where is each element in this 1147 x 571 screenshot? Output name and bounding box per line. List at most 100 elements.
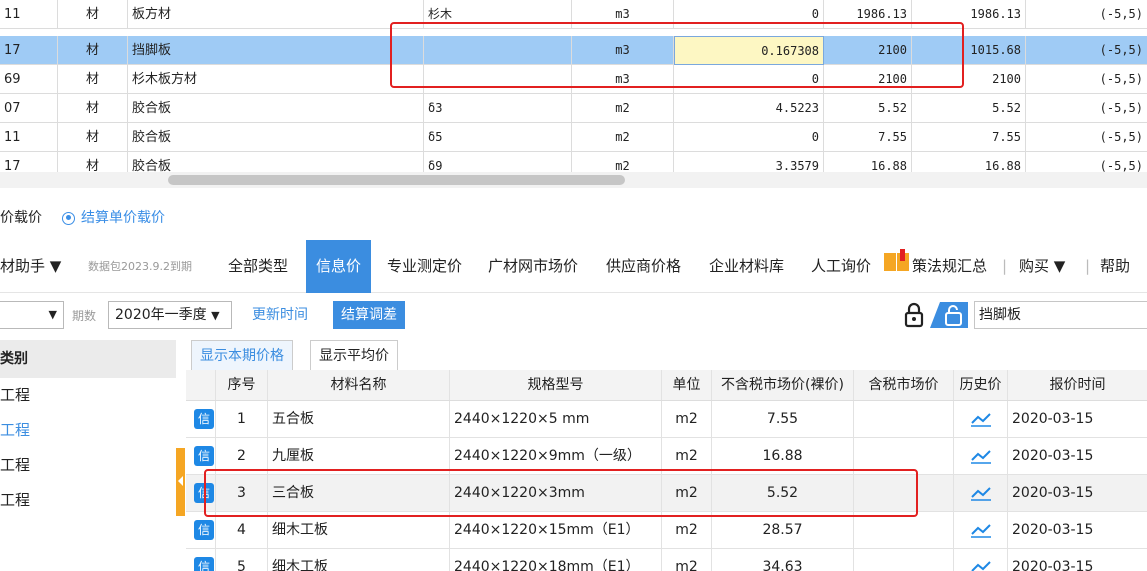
cell-name: 五合板 — [268, 401, 450, 437]
search-input[interactable]: 挡脚板 — [974, 301, 1147, 329]
history-cell[interactable] — [954, 549, 1008, 571]
trend-chart-icon[interactable] — [970, 448, 992, 464]
table-row[interactable]: 07 材 胶合板 δ3 m2 4.5223 5.52 5.52 (-5,5) — [0, 94, 1147, 123]
filter-bar: ▼ 期数 2020年一季度 ▼ 更新时间 结算调差 挡脚板 — [0, 299, 1147, 331]
horizontal-scrollbar[interactable] — [0, 172, 1147, 188]
table-row[interactable]: 69 材 杉木板方材 m3 0 2100 2100 (-5,5) — [0, 65, 1147, 94]
update-time-button[interactable]: 更新时间 — [252, 301, 308, 329]
settlement-price-option[interactable]: 结算单价载价 — [81, 202, 165, 234]
category-item[interactable]: 工程 — [0, 448, 176, 483]
book-icon — [884, 249, 909, 271]
price-toolbar: 材助手 ▼ 数据包2023.9.2到期 全部类型 信息价 专业测定价 广材网市场… — [0, 240, 1147, 293]
info-cell: 信 — [186, 438, 216, 474]
tab-policy-summary[interactable]: 策法规汇总 — [912, 240, 994, 293]
scrollbar-thumb[interactable] — [168, 175, 625, 185]
table-row[interactable]: 信 4 细木工板 2440×1220×15mm（E1） m2 28.57 202… — [186, 512, 1147, 549]
cell-price: 2100 — [824, 36, 912, 65]
cell-qty-editing[interactable]: 0.167308 — [674, 36, 824, 65]
period-select[interactable]: 2020年一季度 ▼ — [108, 301, 232, 329]
table-row-selected[interactable]: 17 材 挡脚板 m3 0.167308 2100 1015.68 (-5,5) — [0, 36, 1147, 65]
unlock-icon[interactable] — [930, 302, 968, 328]
trend-chart-icon[interactable] — [970, 559, 992, 571]
help-label: 帮助 — [1100, 257, 1131, 275]
cell-price: 34.63 — [712, 549, 854, 571]
material-grid: 11 材 板方材 杉木 m3 0 1986.13 1986.13 (-5,5) … — [0, 0, 1147, 172]
cell-code: 17 — [0, 36, 58, 65]
cell-kind: 材 — [58, 65, 128, 94]
cell-spec: 2440×1220×15mm（E1） — [450, 512, 662, 548]
history-cell[interactable] — [954, 401, 1008, 437]
tab-current-price[interactable]: 显示本期价格 — [191, 340, 293, 370]
history-cell[interactable] — [954, 438, 1008, 474]
tab-supplier-price[interactable]: 供应商价格 — [606, 240, 681, 293]
table-row[interactable]: 信 1 五合板 2440×1220×5 mm m2 7.55 2020-03-1… — [186, 401, 1147, 438]
tab-manual-inquiry[interactable]: 人工询价 — [811, 240, 871, 293]
history-cell[interactable] — [954, 512, 1008, 548]
trend-chart-icon[interactable] — [970, 411, 992, 427]
app-window: 11 材 板方材 杉木 m3 0 1986.13 1986.13 (-5,5) … — [0, 0, 1147, 571]
lock-icon[interactable] — [902, 302, 926, 328]
category-item-selected[interactable]: 工程 — [0, 413, 176, 448]
info-badge: 信 — [194, 409, 214, 429]
buy-menu[interactable]: 购买 ▼ — [1019, 240, 1065, 293]
trend-chart-icon[interactable] — [970, 485, 992, 501]
tab-professional-price[interactable]: 专业测定价 — [387, 240, 462, 293]
cell-no: 2 — [216, 438, 268, 474]
cell-unit: m2 — [572, 123, 674, 152]
cell-market: 7.55 — [912, 123, 1026, 152]
table-row[interactable]: 17 材 胶合板 δ9 m2 3.3579 16.88 16.88 (-5,5) — [0, 152, 1147, 172]
header-info — [186, 370, 216, 400]
cell-kind: 材 — [58, 123, 128, 152]
collapse-panel-handle[interactable] — [176, 448, 185, 516]
cell-code: 07 — [0, 94, 58, 123]
header-price-no-tax: 不含税市场价(裸价) — [712, 370, 854, 400]
region-select[interactable]: ▼ — [0, 301, 64, 329]
help-menu[interactable]: 帮助 — [1100, 240, 1130, 293]
cell-range: (-5,5) — [1099, 43, 1143, 57]
tab-gcw-market-price[interactable]: 广材网市场价 — [488, 240, 578, 293]
cell-date: 2020-03-15 — [1012, 559, 1094, 571]
dropdown-arrow-icon: ▼ — [211, 309, 220, 322]
table-row-highlighted[interactable]: 信 3 三合板 2440×1220×3mm m2 5.52 2020-03-15 — [186, 475, 1147, 512]
tab-info-price[interactable]: 信息价 — [306, 240, 372, 293]
cell-code: 17 — [0, 152, 58, 172]
cell-qty: 0 — [674, 123, 824, 152]
history-cell[interactable] — [954, 475, 1008, 511]
cell-spec: 2440×1220×3mm — [450, 475, 662, 511]
cell-code: 69 — [0, 65, 58, 94]
tab-average-price[interactable]: 显示平均价 — [310, 340, 398, 370]
settlement-adjust-button[interactable]: 结算调差 — [333, 301, 405, 329]
material-helper-menu[interactable]: 材助手 ▼ — [0, 240, 61, 293]
dropdown-arrow-icon: ▼ — [1053, 257, 1066, 275]
category-item[interactable]: 工程 — [0, 483, 176, 518]
cell-unit: m2 — [662, 549, 712, 571]
cell-price: 7.55 — [824, 123, 912, 152]
info-cell: 信 — [186, 475, 216, 511]
material-helper-label: 材助手 — [0, 257, 46, 275]
info-cell: 信 — [186, 401, 216, 437]
period-label: 期数 — [72, 309, 97, 323]
table-row[interactable]: 信 5 细木工板 2440×1220×18mm（E1） m2 34.63 202… — [186, 549, 1147, 571]
cell-spec — [424, 65, 572, 94]
price-mode-bar: 价载价 结算单价载价 — [0, 202, 1147, 234]
tab-all-types[interactable]: 全部类型 — [228, 240, 288, 293]
cell-code: 11 — [0, 123, 58, 152]
radio-selected-icon[interactable] — [62, 211, 75, 225]
cell-no: 5 — [216, 549, 268, 571]
cell-no: 3 — [216, 475, 268, 511]
trend-chart-icon[interactable] — [970, 522, 992, 538]
cell-name: 挡脚板 — [128, 36, 424, 65]
table-row[interactable]: 信 2 九厘板 2440×1220×9mm（一级） m2 16.88 2020-… — [186, 438, 1147, 475]
cell-price: 2100 — [824, 65, 912, 94]
tab-enterprise-library[interactable]: 企业材料库 — [709, 240, 784, 293]
category-item[interactable]: 工程 — [0, 378, 176, 413]
table-row[interactable]: 11 材 板方材 杉木 m3 0 1986.13 1986.13 (-5,5) — [0, 0, 1147, 29]
cell-date: 2020-03-15 — [1012, 485, 1094, 501]
table-row[interactable]: 11 材 胶合板 δ5 m2 0 7.55 7.55 (-5,5) — [0, 123, 1147, 152]
cell-unit: m3 — [572, 36, 674, 65]
cell-spec — [424, 36, 572, 65]
table-header: 序号 材料名称 规格型号 单位 不含税市场价(裸价) 含税市场价 历史价 报价时… — [186, 370, 1147, 401]
cell-unit: m2 — [662, 401, 712, 437]
cell-price-tax — [854, 438, 954, 474]
cell-date: 2020-03-15 — [1012, 448, 1094, 464]
